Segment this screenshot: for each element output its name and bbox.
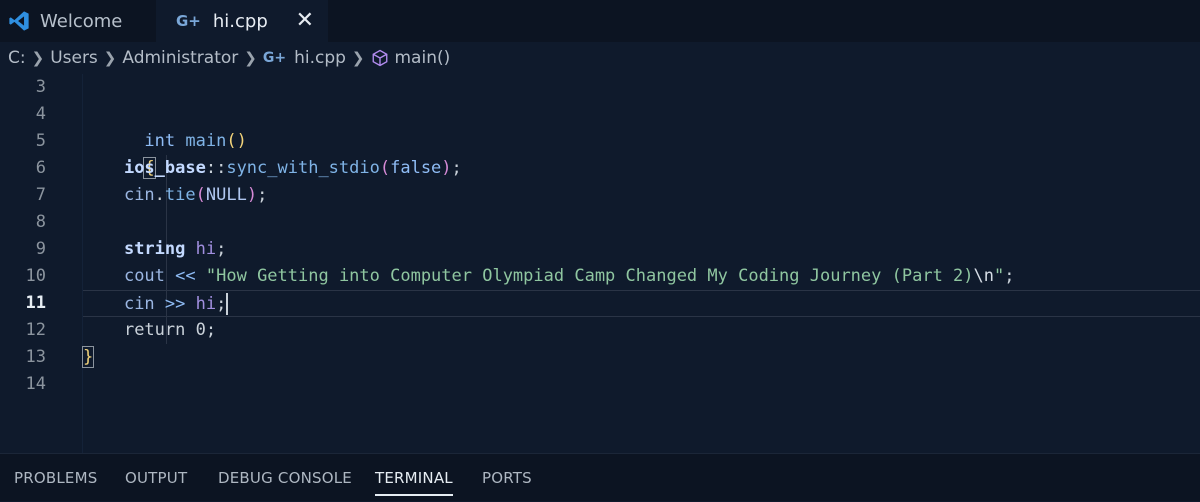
semicolon-token: ;	[216, 294, 227, 314]
operator-token: >>	[164, 294, 186, 314]
cpp-file-icon: G+	[176, 12, 201, 30]
line-number: 12	[25, 320, 46, 340]
operator-token: .	[154, 185, 165, 205]
code-line[interactable]: 13 }	[0, 344, 1200, 371]
semicolon-token: ;	[205, 320, 217, 340]
line-number: 10	[25, 266, 46, 286]
vscode-logo-icon	[9, 11, 29, 31]
tab-output[interactable]: OUTPUT	[125, 454, 187, 502]
identifier-token: cout	[123, 266, 165, 286]
code-line[interactable]: 3	[0, 74, 1200, 101]
identifier-token: cin	[123, 185, 155, 205]
chevron-right-icon: ❯	[31, 49, 45, 67]
method-cube-icon	[372, 49, 387, 67]
code-line[interactable]: 6 ios_base::sync_with_stdio(false);	[0, 155, 1200, 182]
line-number: 4	[35, 104, 46, 124]
operator-token: <<	[175, 266, 196, 286]
bottom-panel-tabs: PROBLEMS OUTPUT DEBUG CONSOLE TERMINAL P…	[0, 453, 1200, 501]
text-cursor	[226, 293, 229, 315]
operator-token: ::	[205, 158, 227, 178]
breadcrumb-symbol[interactable]: main()	[395, 48, 451, 68]
code-line[interactable]: 14	[0, 371, 1200, 398]
semicolon-token: ;	[257, 185, 268, 205]
breadcrumb-drive[interactable]: C:	[8, 48, 26, 68]
identifier-token: cin	[123, 294, 155, 314]
code-line[interactable]: 8	[0, 209, 1200, 236]
variable-token: hi	[195, 294, 217, 314]
cpp-file-icon: G+	[262, 50, 287, 66]
tab-ports[interactable]: PORTS	[482, 454, 532, 502]
semicolon-token: ;	[1004, 266, 1015, 286]
tab-welcome[interactable]: Welcome	[0, 0, 156, 42]
breadcrumb-users[interactable]: Users	[50, 48, 98, 68]
code-line-current[interactable]: 11 cin >> hi;	[0, 290, 1200, 318]
breadcrumb-administrator[interactable]: Administrator	[122, 48, 238, 68]
line-number: 11	[25, 293, 46, 313]
line-number: 3	[35, 77, 46, 97]
constant-token: NULL	[205, 185, 247, 205]
chevron-right-icon: ❯	[103, 49, 117, 67]
namespace-token: ios_base	[123, 158, 206, 178]
breadcrumb: C: ❯ Users ❯ Administrator ❯ G+ hi.cpp ❯…	[0, 42, 1200, 74]
line-number: 7	[35, 185, 46, 205]
keyword-token: return	[123, 320, 186, 340]
indent-guide	[166, 209, 167, 236]
brace-token: }	[81, 346, 95, 368]
line-number: 5	[35, 131, 46, 151]
tab-debug-console[interactable]: DEBUG CONSOLE	[218, 454, 352, 502]
line-number: 14	[25, 374, 46, 394]
number-token: 0	[195, 320, 206, 340]
code-line[interactable]: 4 int main()	[0, 101, 1200, 151]
chevron-right-icon: ❯	[351, 49, 365, 67]
code-line[interactable]: 5 {	[0, 128, 1200, 179]
line-number: 8	[35, 212, 46, 232]
paren-token: (	[195, 185, 206, 205]
code-line[interactable]: 7 cin.tie(NULL);	[0, 182, 1200, 209]
paren-token: )	[441, 158, 452, 178]
type-token: string	[123, 239, 186, 259]
line-number: 6	[35, 158, 46, 178]
paren-token: (	[379, 158, 391, 178]
tab-problems[interactable]: PROBLEMS	[14, 454, 97, 502]
tab-welcome-label: Welcome	[40, 10, 123, 32]
string-quote-token: "	[994, 266, 1005, 286]
line-number: 13	[25, 347, 46, 367]
semicolon-token: ;	[451, 158, 462, 178]
tab-hi-cpp[interactable]: G+ hi.cpp ✕	[156, 0, 328, 42]
breadcrumb-file[interactable]: hi.cpp	[294, 48, 346, 68]
line-number: 9	[35, 239, 46, 259]
string-token: "How Getting into Computer Olympiad Camp…	[205, 266, 974, 286]
semicolon-token: ;	[216, 239, 227, 259]
code-line[interactable]: 10 cout << "How Getting into Computer Ol…	[0, 263, 1200, 290]
editor-tab-bar: Welcome G+ hi.cpp ✕	[0, 0, 1200, 42]
code-line[interactable]: 9 string hi;	[0, 236, 1200, 263]
paren-token: )	[246, 185, 258, 205]
code-editor[interactable]: 3 4 int main() 5 { 6 ios_base::sync_with…	[0, 74, 1200, 453]
escape-token: \n	[973, 266, 994, 286]
variable-token: hi	[195, 239, 217, 259]
chevron-right-icon: ❯	[244, 49, 257, 67]
close-icon[interactable]: ✕	[296, 8, 314, 33]
tab-hi-cpp-label: hi.cpp	[212, 10, 268, 32]
code-line[interactable]: 12 return 0;	[0, 317, 1200, 344]
function-token: tie	[164, 185, 196, 205]
function-token: sync_with_stdio	[226, 158, 380, 178]
tab-terminal[interactable]: TERMINAL	[375, 454, 453, 502]
keyword-token: false	[390, 158, 442, 178]
